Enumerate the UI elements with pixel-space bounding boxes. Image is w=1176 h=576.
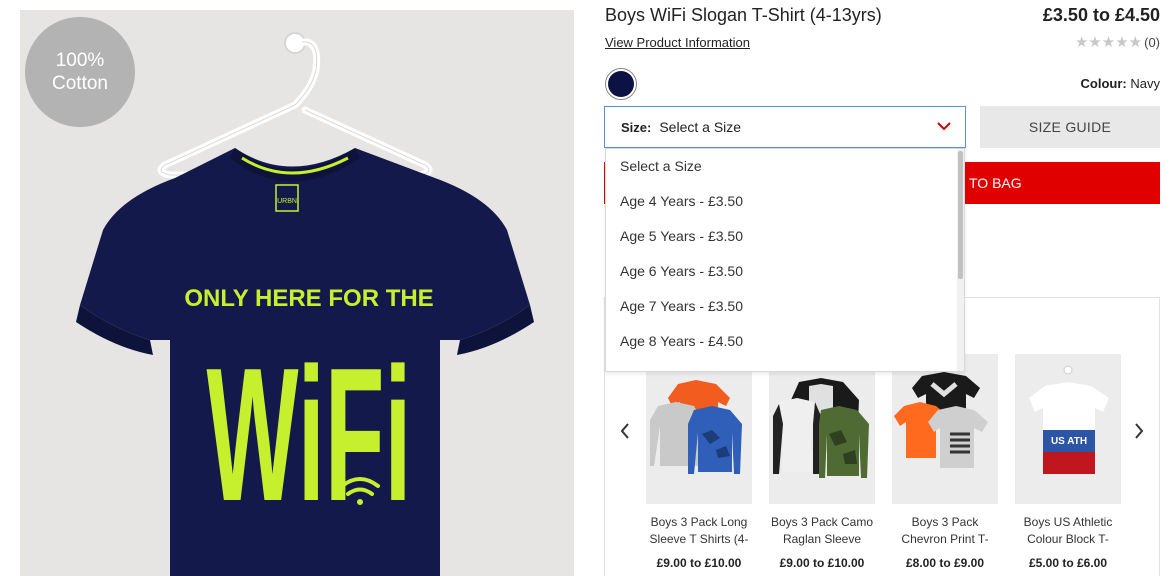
dropdown-scrollbar-thumb[interactable]	[958, 151, 963, 279]
size-guide-button[interactable]: SIZE GUIDE	[980, 106, 1160, 148]
chevron-right-icon	[1135, 423, 1144, 439]
long-sleeve-pack-image	[650, 380, 742, 474]
related-product-price: £9.00 to £10.00	[656, 556, 742, 570]
related-product-image	[769, 354, 875, 504]
size-option[interactable]: Age 7 Years - £3.50	[606, 289, 964, 324]
shirt-slogan-big: WiFi	[207, 329, 412, 541]
related-product-image: US ATH	[1015, 354, 1121, 504]
related-product-price: £9.00 to £10.00	[779, 556, 865, 570]
size-select[interactable]: Size: Select a Size	[604, 106, 966, 148]
swatch-fill	[608, 71, 634, 97]
size-option[interactable]: Age 8 Years - £4.50	[606, 324, 964, 359]
carousel-next-button[interactable]	[1129, 420, 1149, 442]
shirt-slogan-top: ONLY HERE FOR THE	[184, 285, 433, 312]
related-product-name: Boys 3 Pack Chevron Print T-	[901, 515, 989, 546]
chevron-print-pack-image	[894, 372, 988, 468]
size-option[interactable]: Age 5 Years - £3.50	[606, 219, 964, 254]
colour-value: Navy	[1130, 76, 1160, 91]
shirt-label: URBN	[277, 198, 297, 205]
related-product-image	[892, 354, 998, 504]
size-option[interactable]: Select a Size	[606, 149, 964, 184]
size-value: Select a Size	[659, 119, 742, 135]
size-option[interactable]: Age 6 Years - £3.50	[606, 254, 964, 289]
related-product-name: Boys 3 Pack Long Sleeve T Shirts (4-	[649, 515, 749, 546]
product-price: £3.50 to £4.50	[1042, 5, 1160, 25]
colour-info: Colour: Navy	[1081, 76, 1160, 91]
add-to-bag-label: TO BAG	[969, 175, 1022, 191]
badge-line-1: 100%	[55, 50, 105, 71]
related-product-name: Boys 3 Pack Camo Raglan Sleeve Tops	[770, 515, 874, 546]
related-product-name: Boys US Athletic Colour Block T-Shirt	[1023, 515, 1113, 546]
rating[interactable]: ★★★★★ (0)	[1075, 33, 1160, 51]
chevron-left-icon	[620, 423, 629, 439]
size-label: Size:	[621, 119, 652, 135]
related-product-card[interactable]: Boys 3 Pack Long Sleeve T Shirts (4- £9.…	[646, 354, 752, 570]
star-rating-icon: ★★★★★	[1074, 34, 1143, 51]
view-product-information-link[interactable]: View Product Information	[605, 35, 750, 50]
chevron-down-icon	[937, 122, 951, 131]
related-product-card[interactable]: Boys 3 Pack Chevron Print T- £8.00 to £9…	[892, 354, 998, 570]
related-product-image	[646, 354, 752, 504]
svg-text:US ATH: US ATH	[1051, 436, 1087, 447]
colour-label: Colour:	[1080, 76, 1127, 91]
product-title: Boys WiFi Slogan T-Shirt (4-13yrs)	[605, 5, 882, 25]
camo-raglan-pack-image	[773, 378, 869, 478]
product-page: URBN ONLY HERE FOR THE WiFi 100% Cotton …	[0, 0, 1176, 576]
size-option[interactable]: Age 9 Years - £4.50	[606, 359, 964, 371]
related-product-card[interactable]: US ATH Boys US Athletic Colour Block T-S…	[1015, 354, 1121, 570]
size-option[interactable]: Age 4 Years - £3.50	[606, 184, 964, 219]
product-image[interactable]: URBN ONLY HERE FOR THE WiFi 100% Cotton	[20, 10, 574, 576]
carousel-prev-button[interactable]	[615, 420, 635, 442]
size-dropdown-list[interactable]: Select a Size Age 4 Years - £3.50 Age 5 …	[605, 148, 965, 372]
badge-line-2: Cotton	[52, 73, 108, 94]
colour-block-tshirt-image: US ATH	[1029, 365, 1109, 474]
related-product-price: £8.00 to £9.00	[905, 556, 985, 570]
review-count: (0)	[1144, 34, 1160, 50]
dropdown-scrollbar[interactable]	[957, 149, 964, 371]
related-product-price: £5.00 to £6.00	[1028, 556, 1108, 570]
cotton-badge: 100% Cotton	[25, 17, 135, 127]
colour-swatch-navy[interactable]	[605, 68, 637, 100]
related-product-card[interactable]: Boys 3 Pack Camo Raglan Sleeve Tops £9.0…	[769, 354, 875, 570]
